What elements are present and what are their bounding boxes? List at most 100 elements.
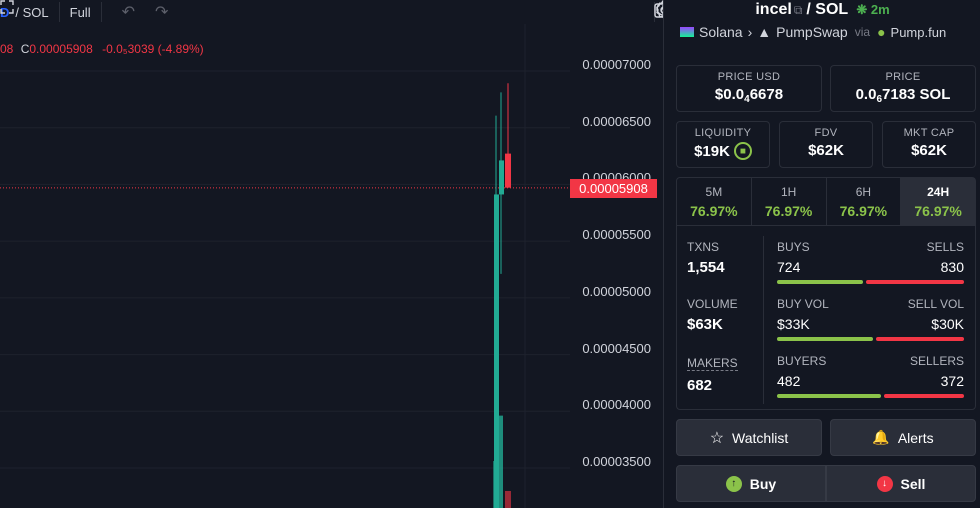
chart-toolbar: D / SOL Full ↶ ↷ xyxy=(0,0,676,24)
fullscreen-button[interactable]: Full xyxy=(0,0,91,20)
mcap-label: MKT CAP xyxy=(903,127,955,139)
candle-body xyxy=(505,153,511,188)
fdv-value: $62K xyxy=(808,142,844,159)
volume-row: VOLUME $63K BUY VOL SELL VOL $33K $30K xyxy=(677,297,977,354)
quote-symbol: SOL xyxy=(815,1,848,18)
arrow-down-icon: ↓ xyxy=(876,475,893,492)
volume-bar xyxy=(498,415,503,508)
tab-24h[interactable]: 24H 76.97% xyxy=(901,178,975,226)
buys-sells-bar xyxy=(777,280,964,284)
pair-age-value: 2m xyxy=(870,2,890,17)
dex-link[interactable]: PumpSwap xyxy=(776,24,848,40)
tab-label: 1H xyxy=(780,185,797,199)
toolbar-right xyxy=(654,0,676,24)
liquidity-value: $19K ■ xyxy=(677,142,769,160)
toolbar-divider xyxy=(58,2,60,22)
pair-age: ❋ 2m xyxy=(856,2,890,17)
tab-change: 76.97% xyxy=(914,203,962,219)
star-icon: ☆ xyxy=(709,429,725,447)
txns-value: 1,554 xyxy=(687,259,725,276)
tab-label: 6H xyxy=(855,185,872,199)
pair-title: incel ⧉ / SOL ❋ 2m xyxy=(755,1,890,18)
chart-canvas[interactable] xyxy=(0,0,663,508)
buys-bar xyxy=(777,280,863,284)
sells-bar xyxy=(865,280,964,284)
liquidity-amount: $19K xyxy=(694,142,730,160)
buy-vol-label: BUY VOL xyxy=(777,297,829,311)
buyers-value: 482 xyxy=(777,373,801,389)
pair-meta: Solana › ▲ PumpSwap via ● Pump.fun xyxy=(680,24,980,40)
price-axis-label: 0.00006500 xyxy=(582,113,651,129)
price-usd-digits: 6678 xyxy=(749,86,784,103)
price-axis-label: 0.00003500 xyxy=(582,454,651,469)
mcap-value: $62K xyxy=(911,142,947,159)
tab-label: 5M xyxy=(705,185,723,199)
buyers-label: BUYERS xyxy=(777,354,827,368)
buyers-bar xyxy=(777,394,881,398)
alerts-button[interactable]: 🔔 Alerts xyxy=(830,419,976,456)
candle-body xyxy=(499,160,504,195)
volume-label: VOLUME xyxy=(687,297,738,311)
buy-button[interactable]: ↑ Buy xyxy=(676,465,826,502)
legend-change: -0.0₅3039 (-4.89%) xyxy=(102,42,204,56)
pumpswap-icon: ▲ xyxy=(757,24,772,40)
price-native-digits: 7183 SOL xyxy=(882,86,951,103)
price-native-box: PRICE 0.067183 SOL xyxy=(830,65,976,112)
app-root: D / SOL Full ↶ ↷ 08 C0.00005908 -0.0₅303… xyxy=(0,0,980,508)
liquidity-box: LIQUIDITY $19K ■ xyxy=(676,121,770,168)
fdv-box: FDV $62K xyxy=(779,121,873,168)
sell-button[interactable]: ↓ Sell xyxy=(826,465,976,502)
price-axis-label: 0.00007000 xyxy=(582,57,651,72)
txns-label: TXNS xyxy=(687,240,720,254)
price-axis-label: 0.00005500 xyxy=(582,227,651,243)
trade-stats: 5M 76.97% 1H 76.97% 6H 76.97% 24H 76.97% TXN… xyxy=(676,177,976,410)
volume-bar xyxy=(505,491,511,508)
ohlc-legend: 08 C0.00005908 -0.0₅3039 (-4.89%) xyxy=(0,42,204,56)
legend-close-value: 0.00005908 xyxy=(29,42,93,56)
legend-prefix: 08 xyxy=(0,42,14,56)
makers-row: MAKERS 682 BUYERS SELLERS 482 372 xyxy=(677,354,977,411)
tab-label: 24H xyxy=(927,185,950,199)
price-native-value: 0.067183 SOL xyxy=(831,86,975,105)
symbol-quote: / SOL xyxy=(15,4,49,20)
undo-icon[interactable]: ↶ xyxy=(122,2,135,22)
buy-label: Buy xyxy=(749,475,777,492)
tab-5m[interactable]: 5M 76.97% xyxy=(677,178,752,226)
tab-1h[interactable]: 1H 76.97% xyxy=(751,178,827,226)
watchlist-label: Watchlist xyxy=(732,429,789,446)
price-native-label: PRICE xyxy=(885,71,921,83)
solana-icon xyxy=(680,27,694,37)
pill-icon: ● xyxy=(877,24,886,40)
sells-value: 830 xyxy=(940,259,964,275)
tab-6h[interactable]: 6H 76.97% xyxy=(826,178,902,226)
arrow-up-icon: ↑ xyxy=(725,475,742,492)
watchlist-button[interactable]: ☆ Watchlist xyxy=(676,419,822,456)
price-usd-box: PRICE USD $0.046678 xyxy=(676,65,822,112)
lock-icon[interactable]: ■ xyxy=(733,142,752,160)
token-info-panel: incel ⧉ / SOL ❋ 2m Solana › ▲ PumpSwap via… xyxy=(663,0,980,508)
tab-change: 76.97% xyxy=(764,203,813,219)
buys-value: 724 xyxy=(777,259,801,275)
redo-icon[interactable]: ↷ xyxy=(155,2,168,22)
price-axis-label: 0.00004500 xyxy=(582,340,651,356)
volume-value: $63K xyxy=(687,316,723,333)
price-usd-int: $0.0 xyxy=(714,86,745,103)
sellers-bar xyxy=(883,394,964,398)
sellers-label: SELLERS xyxy=(909,354,964,368)
price-axis-label: 0.00005000 xyxy=(582,283,651,299)
makers-label[interactable]: MAKERS xyxy=(687,356,738,371)
copy-icon[interactable]: ⧉ xyxy=(794,3,803,17)
buyers-sellers-bar xyxy=(777,394,964,398)
buy-vol-value: $33K xyxy=(777,316,810,332)
price-axis-label: 0.00004000 xyxy=(582,397,651,413)
fdv-label: FDV xyxy=(814,127,838,139)
chain-link[interactable]: Solana xyxy=(699,24,743,40)
sell-vol-label: SELL VOL xyxy=(907,297,964,311)
price-chart[interactable]: D / SOL Full ↶ ↷ 08 C0.00005908 -0.0₅303… xyxy=(0,0,676,508)
tab-change: 76.97% xyxy=(690,203,738,219)
sellers-value: 372 xyxy=(940,373,964,389)
launchpad-link[interactable]: Pump.fun xyxy=(891,25,947,40)
current-price-tag: 0.00005908 xyxy=(570,179,657,198)
alerts-label: Alerts xyxy=(897,429,934,446)
price-native-int: 0.0 xyxy=(855,86,877,103)
